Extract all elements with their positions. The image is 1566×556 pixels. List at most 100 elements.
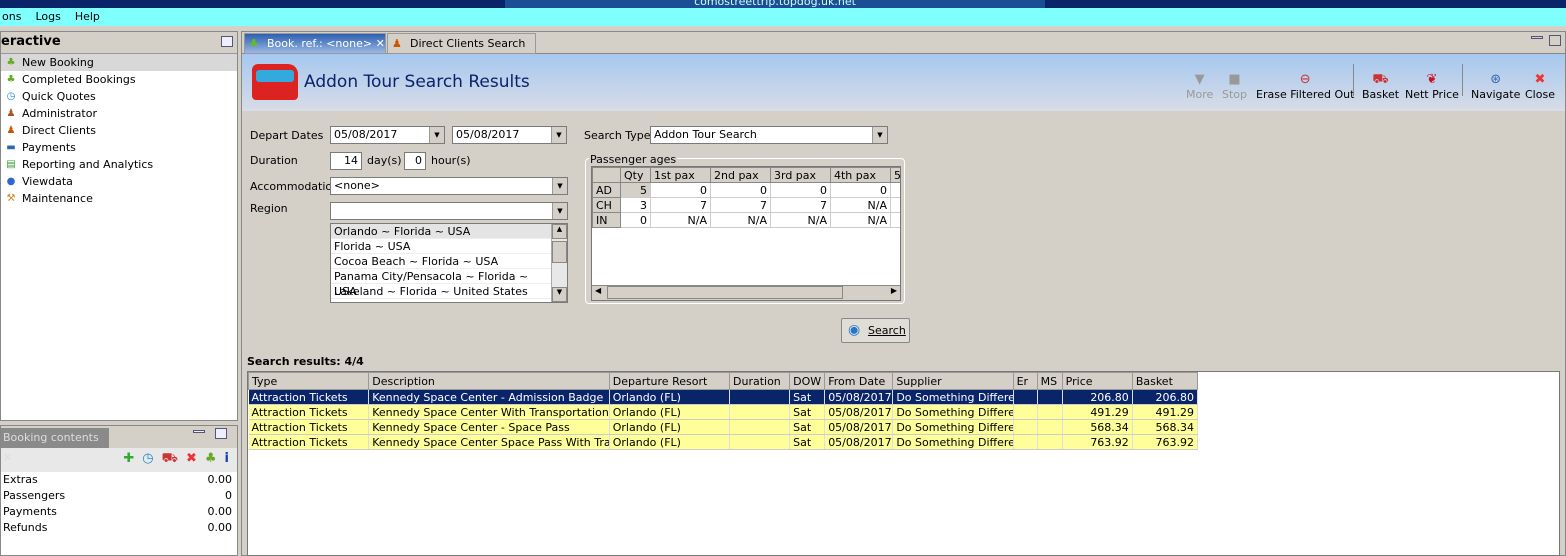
info-icon[interactable]: i xyxy=(225,451,229,469)
passenger-cell[interactable] xyxy=(890,182,900,198)
passenger-cell[interactable]: N/A xyxy=(770,212,831,228)
sidebar-item-payments[interactable]: ▬ Payments xyxy=(1,139,237,156)
column-header[interactable]: 1st pax xyxy=(650,167,711,183)
passenger-cell[interactable]: 7 xyxy=(710,197,771,213)
palm-tree-icon[interactable]: ♣ xyxy=(205,451,217,469)
column-header-supplier[interactable]: Supplier xyxy=(892,372,1014,390)
tab-direct-clients-search[interactable]: ♟ Direct Clients Search xyxy=(387,33,536,54)
maximize-icon[interactable] xyxy=(215,428,227,439)
region-list[interactable]: Orlando ~ Florida ~ USA Florida ~ USA Coco… xyxy=(330,223,568,303)
scrollbar[interactable]: ▲ ▼ xyxy=(551,224,567,302)
close-tab-icon[interactable]: ✕ xyxy=(376,37,385,50)
sidebar-item-reporting-and-analytics[interactable]: ▤ Reporting and Analytics xyxy=(1,156,237,173)
erase-filtered-out-button[interactable]: ⊖ Erase Filtered Out xyxy=(1256,72,1354,101)
sidebar-item-completed-bookings[interactable]: ♣ Completed Bookings xyxy=(1,71,237,88)
minimize-icon[interactable] xyxy=(1531,36,1543,39)
bus-icon xyxy=(252,64,298,100)
passenger-cell[interactable]: 0 xyxy=(620,212,651,228)
passenger-cell[interactable]: 5 xyxy=(620,182,651,198)
sidebar-item-administrator[interactable]: ♟ Administrator xyxy=(1,105,237,122)
basket-transfer-icon[interactable]: ⛟ xyxy=(162,451,178,469)
column-header-description[interactable]: Description xyxy=(368,372,610,390)
region-option[interactable]: Panama City/Pensacola ~ Florida ~ USA xyxy=(331,269,552,298)
chevron-down-icon[interactable]: ▼ xyxy=(551,127,566,143)
chevron-down-icon[interactable]: ▼ xyxy=(872,127,887,143)
close-button[interactable]: ✖ Close xyxy=(1525,72,1555,101)
column-header[interactable]: 3rd pax xyxy=(770,167,831,183)
accommodation-select[interactable]: <none> ▼ xyxy=(330,177,568,195)
sidebar-item-new-booking[interactable]: ♣ New Booking xyxy=(1,54,237,71)
passenger-grid[interactable]: Qty 1st pax 2nd pax 3rd pax 4th pax 5 AD 5 0 0 0 0 C… xyxy=(591,166,901,301)
tab-booking[interactable]: ♣ Book. ref.: <none> ✕ xyxy=(244,33,386,54)
region-option[interactable]: Lakeland ~ Florida ~ United States xyxy=(331,284,552,299)
horizontal-scrollbar[interactable]: ◀ ▶ xyxy=(592,285,900,300)
column-header-duration[interactable]: Duration xyxy=(728,372,791,390)
column-header-dow[interactable]: DOW xyxy=(789,372,826,390)
cell-duration xyxy=(729,434,791,450)
sidebar-item-maintenance[interactable]: ⚒ Maintenance xyxy=(1,190,237,207)
column-header[interactable] xyxy=(592,167,621,183)
column-header-ms[interactable]: MS xyxy=(1036,372,1063,390)
booking-contents-tab[interactable]: Booking contents ✕ xyxy=(1,428,109,464)
chevron-down-icon[interactable]: ▼ xyxy=(552,178,567,194)
table-row[interactable]: Attraction Tickets Kennedy Space Center -… xyxy=(248,389,1199,405)
column-header-price[interactable]: Price xyxy=(1061,372,1133,390)
days-input[interactable]: 14 xyxy=(330,152,362,170)
minimize-icon[interactable] xyxy=(193,430,205,433)
column-header[interactable]: 4th pax xyxy=(830,167,891,183)
scroll-left-icon[interactable]: ◀ xyxy=(595,286,601,295)
search-button[interactable]: ◉ Search xyxy=(841,318,910,343)
chevron-down-icon[interactable]: ▼ xyxy=(429,127,444,143)
region-select[interactable]: ▼ xyxy=(330,202,568,220)
table-row[interactable]: Attraction Tickets Kennedy Space Center W… xyxy=(248,404,1199,420)
sidebar-item-quick-quotes[interactable]: ◷ Quick Quotes xyxy=(1,88,237,105)
passenger-cell[interactable]: 0 xyxy=(830,182,891,198)
nett-price-button[interactable]: ❦ Nett Price xyxy=(1405,72,1459,101)
passenger-cell[interactable] xyxy=(890,212,900,228)
passenger-cell[interactable]: 7 xyxy=(770,197,831,213)
passenger-cell[interactable]: N/A xyxy=(710,212,771,228)
more-button[interactable]: ▼ More xyxy=(1186,72,1213,101)
region-option[interactable]: Orlando ~ Florida ~ USA xyxy=(331,224,552,239)
sidebar-item-direct-clients[interactable]: ♟ Direct Clients xyxy=(1,122,237,139)
passenger-cell[interactable]: 0 xyxy=(710,182,771,198)
minimize-icon[interactable] xyxy=(221,36,233,47)
region-option[interactable]: Florida ~ USA xyxy=(331,239,552,254)
chevron-down-icon[interactable]: ▼ xyxy=(552,203,567,219)
column-header-from-date[interactable]: From Date xyxy=(824,372,894,390)
passenger-cell[interactable]: N/A xyxy=(830,212,891,228)
passenger-cell[interactable]: 0 xyxy=(770,182,831,198)
menu-options[interactable]: ons xyxy=(0,8,23,26)
delete-icon[interactable]: ✖ xyxy=(186,451,197,469)
menu-logs[interactable]: Logs xyxy=(33,8,62,26)
scroll-right-icon[interactable]: ▶ xyxy=(891,286,897,295)
hours-input[interactable]: 0 xyxy=(404,152,426,170)
table-row[interactable]: Attraction Tickets Kennedy Space Center S… xyxy=(248,434,1199,450)
stop-button[interactable]: ■ Stop xyxy=(1222,72,1247,101)
clock-icon[interactable]: ◷ xyxy=(142,451,153,469)
column-header[interactable]: 5 xyxy=(890,167,900,183)
depart-to-date[interactable]: 05/08/2017 ▼ xyxy=(452,126,567,144)
passenger-cell[interactable]: 3 xyxy=(620,197,651,213)
column-header[interactable]: 2nd pax xyxy=(710,167,771,183)
passenger-cell[interactable]: 0 xyxy=(650,182,711,198)
passenger-cell[interactable] xyxy=(890,197,900,213)
passenger-cell[interactable]: N/A xyxy=(650,212,711,228)
column-header-departure-resort[interactable]: Departure Resort xyxy=(608,372,731,390)
depart-from-date[interactable]: 05/08/2017 ▼ xyxy=(330,126,445,144)
menu-help[interactable]: Help xyxy=(73,8,102,26)
column-header-er[interactable]: Er xyxy=(1012,372,1038,390)
column-header[interactable]: Qty xyxy=(620,167,651,183)
passenger-cell[interactable]: N/A xyxy=(830,197,891,213)
column-header-basket[interactable]: Basket xyxy=(1131,372,1199,390)
search-type-select[interactable]: Addon Tour Search ▼ xyxy=(650,126,888,144)
column-header-type[interactable]: Type xyxy=(247,372,370,390)
table-row[interactable]: Attraction Tickets Kennedy Space Center -… xyxy=(248,419,1199,435)
passenger-cell[interactable]: 7 xyxy=(650,197,711,213)
add-icon[interactable]: ✚ xyxy=(123,451,134,469)
sidebar-item-viewdata[interactable]: ● Viewdata xyxy=(1,173,237,190)
basket-button[interactable]: ⛟ Basket xyxy=(1362,72,1399,101)
region-option[interactable]: Cocoa Beach ~ Florida ~ USA xyxy=(331,254,552,269)
maximize-icon[interactable] xyxy=(1549,35,1561,46)
navigate-button[interactable]: ⊛ Navigate xyxy=(1471,72,1520,101)
